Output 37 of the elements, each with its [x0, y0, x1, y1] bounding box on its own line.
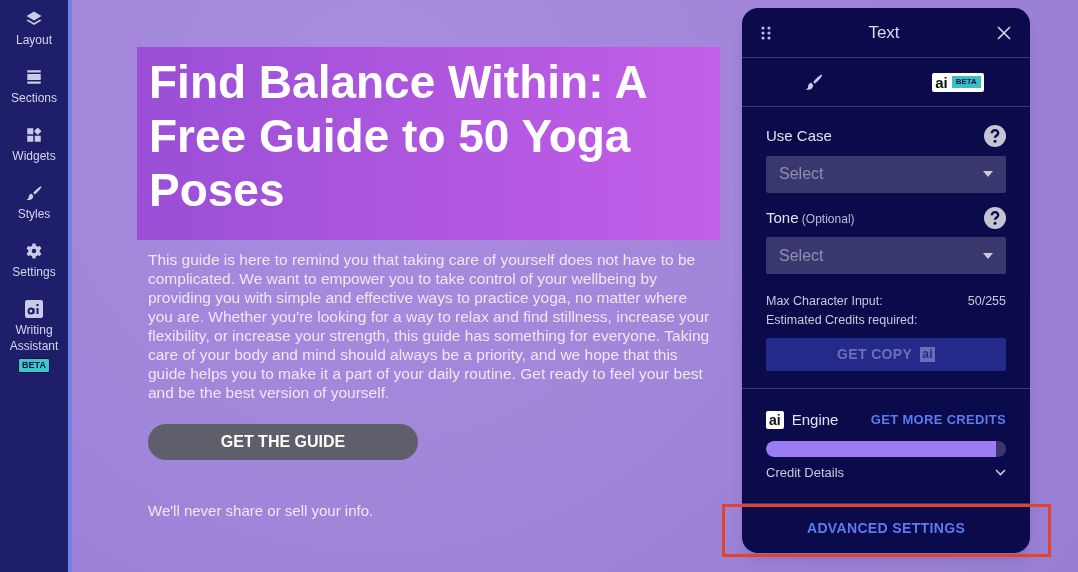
layers-icon	[25, 10, 43, 28]
engine-label: Engine	[791, 409, 839, 430]
help-icon[interactable]	[984, 206, 1006, 229]
sections-icon	[25, 68, 43, 86]
get-more-credits-link[interactable]: GET MORE CREDITS	[870, 410, 1006, 430]
sidebar-item[interactable]: Styles	[0, 184, 68, 222]
brush-icon	[25, 184, 43, 202]
credits-label: Estimated Credits required:	[766, 311, 919, 329]
ai-badge: ai	[766, 410, 784, 429]
field-label: Use Case	[766, 126, 832, 146]
credit-details-label: Credit Details	[766, 464, 845, 482]
caret-icon	[983, 171, 993, 177]
caret-icon	[983, 252, 993, 259]
settings-icon	[25, 242, 43, 260]
drag-handle-icon[interactable]	[760, 24, 772, 41]
field-label: Tone (Optional)	[766, 207, 855, 228]
sidebar-item[interactable]: Settings	[0, 242, 68, 280]
privacy-note: We'll never share or sell your info.	[148, 501, 375, 521]
character-count: 50/255	[967, 293, 1006, 310]
panel-title: Text	[867, 21, 901, 44]
get-guide-button[interactable]: GET THE GUIDE	[148, 424, 418, 460]
beta-badge: BETA	[18, 358, 50, 373]
sidebar-item[interactable]: Writing Assistant BETA	[0, 300, 68, 373]
sidebar-item[interactable]: Sections	[0, 68, 68, 106]
brush-icon	[804, 72, 824, 92]
max-character-label: Max Character Input:	[766, 293, 883, 310]
advanced-settings-button[interactable]: ADVANCED SETTINGS	[806, 518, 966, 539]
ai-tab[interactable]: ai BETA	[932, 72, 984, 92]
widgets-icon	[25, 126, 43, 144]
ai-icon	[25, 300, 43, 318]
close-icon[interactable]	[996, 24, 1012, 41]
body-text: This guide is here to remind you that taking care of yourself does not have to be complicated. We want to empower you to take control of your wellbeing by providing you with simple and effective ways to practice yoga, no matter where you are. Whether you're looking for a way to relax and find stillness, increase your flexibility, or increase your strength, this guide has something for everyone. Taking care of your body and mind should always be a priority, and we hope that this guide helps you to make it a part of your daily routine. Get ready to feel your best and be the best version of yourself.	[148, 250, 711, 402]
sidebar-item[interactable]: Layout	[0, 10, 68, 48]
help-icon[interactable]	[984, 125, 1006, 148]
page-heading: Find Balance Within: A Free Guide to 50 Yoga Poses	[149, 55, 648, 217]
chevron-down-icon[interactable]	[995, 469, 1006, 477]
sidebar-item[interactable]: Widgets	[0, 126, 68, 164]
